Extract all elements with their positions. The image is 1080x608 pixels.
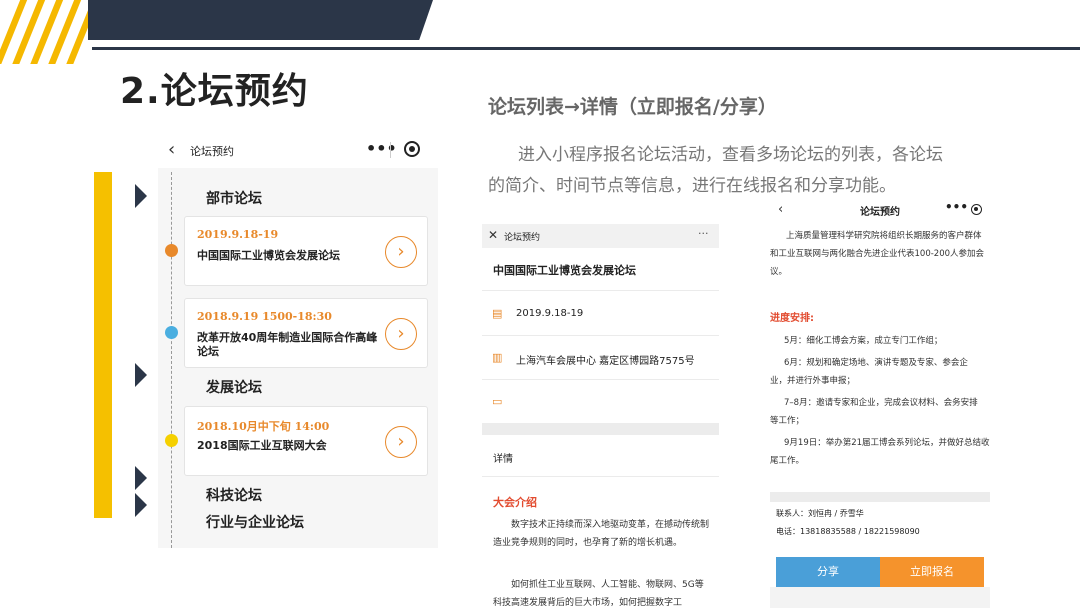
section-gap <box>770 492 990 502</box>
intro-paragraph: 数字技术正持续而深入地驱动变革，在撼动传统制造业竞争规则的同时，也孕育了新的增长… <box>493 520 710 548</box>
timeline-line <box>171 172 172 548</box>
play-arrow-icon <box>135 184 147 208</box>
category-heading: 科技论坛 <box>206 488 262 504</box>
building-icon: ▥ <box>492 351 503 364</box>
target-icon[interactable] <box>404 141 420 157</box>
ellipsis-icon[interactable]: ••• <box>945 200 968 214</box>
header-stripes <box>0 0 100 64</box>
forum-name: 改革开放40周年制造业国际合作高峰论坛 <box>197 331 378 358</box>
slide-title: 2.论坛预约 <box>120 71 309 112</box>
forum-name: 2018国际工业互联网大会 <box>197 439 327 452</box>
forum-location: 上海汽车会展中心 嘉定区博园路7575号 <box>516 356 695 367</box>
ellipsis-icon[interactable]: ··· <box>698 227 709 240</box>
nav-bar: ‹ 论坛预约 ••• <box>158 132 438 168</box>
forum-card[interactable]: 2018.10月中下旬 14:00 2018国际工业互联网大会 › <box>184 406 428 476</box>
forum-date: 2019.9.18-19 <box>516 308 584 319</box>
close-icon[interactable]: ✕ <box>488 228 498 242</box>
schedule-heading: 进度安排: <box>770 313 814 324</box>
chevron-right-icon[interactable]: › <box>385 426 417 458</box>
chevron-right-icon[interactable]: › <box>385 236 417 268</box>
schedule-line: 业，并进行外事申报； <box>770 376 856 386</box>
timeline-dot <box>165 434 178 447</box>
category-heading: 行业与企业论坛 <box>206 515 304 531</box>
nav-title: 论坛预约 <box>190 145 234 158</box>
forum-date: 2018.10月中下旬 14:00 <box>197 420 330 433</box>
chevron-left-icon[interactable]: ‹ <box>168 139 175 160</box>
forum-title: 中国国际工业博览会发展论坛 <box>493 264 636 277</box>
schedule-line: 5月：细化工博会方案，成立专门工作组； <box>784 336 943 346</box>
intro-text: 议。 <box>770 267 788 277</box>
header-divider <box>92 47 1080 50</box>
intro-heading: 大会介绍 <box>493 496 537 509</box>
category-heading: 部市论坛 <box>206 191 262 207</box>
forum-name: 中国国际工业博览会发展论坛 <box>197 249 340 262</box>
nav-title: 论坛预约 <box>860 207 900 218</box>
forum-card[interactable]: 2019.9.18-19 中国国际工业博览会发展论坛 › <box>184 216 428 286</box>
timeline-dot <box>165 244 178 257</box>
schedule-line: 7–8月：邀请专家和企业，完成会议材料、会务安排 <box>784 398 978 408</box>
forum-card[interactable]: 2018.9.19 1500-18:30 改革开放40周年制造业国际合作高峰论坛… <box>184 298 428 368</box>
forum-date: 2019.9.18-19 <box>197 228 279 241</box>
nav-divider <box>390 142 391 158</box>
folder-icon[interactable]: ▭ <box>492 395 502 408</box>
schedule-line: 6月：规划和确定场地、演讲专题及专家、参会企 <box>784 358 968 368</box>
play-arrow-icon <box>135 493 147 517</box>
section-description: 进入小程序报名论坛活动，查看多场论坛的列表，各论坛的简介、时间节点等信息，进行在… <box>488 145 943 196</box>
chevron-left-icon[interactable]: ‹ <box>778 202 783 217</box>
intro-text: 上海质量管理科学研究院将组织长期服务的客户群体 <box>786 231 982 241</box>
play-arrow-icon <box>135 363 147 387</box>
calendar-icon: ▤ <box>492 307 503 320</box>
forum-list-screen: ‹ 论坛预约 ••• 部市论坛 2019.9.18-19 中国国际工业博览会发展… <box>158 132 438 548</box>
divider <box>482 379 719 380</box>
contact-phone: 电话：13818835588 / 18221598090 <box>776 527 920 536</box>
nav-bar: ✕ 论坛预约 ··· <box>482 224 719 248</box>
forum-detail-screen: ✕ 论坛预约 ··· 中国国际工业博览会发展论坛 ▤ 2019.9.18-19 … <box>482 224 719 608</box>
share-button[interactable]: 分享 <box>776 557 880 587</box>
signup-button[interactable]: 立即报名 <box>880 557 984 587</box>
bottom-area <box>770 587 990 608</box>
schedule-line: 尾工作。 <box>770 456 805 466</box>
contact-person: 联系人：刘恒冉 / 乔雪华 <box>776 509 864 518</box>
accent-bar <box>94 172 112 518</box>
section-heading: 论坛列表→详情（立即报名/分享） <box>488 96 777 118</box>
divider <box>482 476 719 477</box>
target-icon[interactable] <box>971 204 982 215</box>
section-gap <box>482 423 719 435</box>
detail-label: 详情 <box>493 454 513 465</box>
header-bar <box>88 0 433 40</box>
category-heading: 发展论坛 <box>206 380 262 396</box>
divider <box>482 335 719 336</box>
timeline-dot <box>165 326 178 339</box>
forum-date: 2018.9.19 1500-18:30 <box>197 310 332 323</box>
chevron-right-icon[interactable]: › <box>385 318 417 350</box>
schedule-line: 等工作； <box>770 416 805 426</box>
action-buttons: 分享 立即报名 <box>776 557 984 587</box>
divider <box>482 290 719 291</box>
ellipsis-icon[interactable]: ••• <box>366 139 397 158</box>
nav-title: 论坛预约 <box>504 233 541 243</box>
intro-paragraph: 如何抓住工业互联网、人工智能、物联网、5G等科技高速发展背后的巨大市场，如何把握… <box>493 580 704 608</box>
intro-text: 和工业互联网与两化融合先进企业代表100-200人参加会 <box>770 249 985 259</box>
schedule-line: 9月19日：举办第21届工博会系列论坛，并做好总结收 <box>784 438 990 448</box>
play-arrow-icon <box>135 466 147 490</box>
forum-signup-screen: ‹ 论坛预约 ••• 上海质量管理科学研究院将组织长期服务的客户群体 和工业互联… <box>770 196 990 608</box>
